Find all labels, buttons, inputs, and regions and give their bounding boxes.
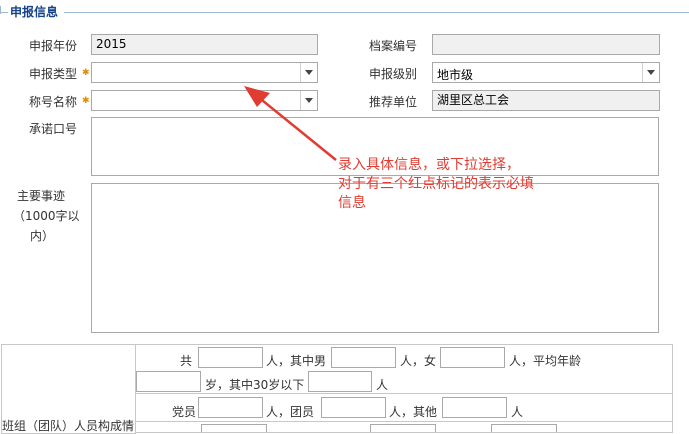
other-text: 人，其他 — [389, 405, 438, 419]
league-text: 人，团员 — [266, 405, 315, 419]
league-count-input[interactable] — [321, 397, 386, 418]
avg-age-text: 人，平均年龄 — [509, 354, 582, 368]
male-count-input[interactable] — [331, 347, 396, 368]
under30-unit: 人 — [376, 378, 389, 392]
total-count-input[interactable] — [198, 347, 263, 368]
group-row-label: 班组（团队）人员构成情 — [2, 419, 135, 433]
other-unit: 人 — [511, 405, 524, 419]
row3-input-2[interactable] — [370, 424, 436, 432]
total-prefix: 共 — [180, 354, 193, 368]
party-label: 党员 — [172, 405, 197, 419]
annotation-note: 录入具体信息，或下拉选择， 对于有三个红点标记的表示必填 信息 — [338, 156, 534, 213]
annotation-line-1: 录入具体信息，或下拉选择， — [338, 157, 520, 173]
row3-input-1[interactable] — [201, 424, 267, 432]
annotation-line-2: 对于有三个红点标记的表示必填 — [338, 176, 534, 192]
female-count-input[interactable] — [440, 347, 505, 368]
under30-count-input[interactable] — [308, 371, 372, 392]
male-text: 人，其中男 — [266, 354, 327, 368]
party-count-input[interactable] — [198, 397, 263, 418]
other-count-input[interactable] — [442, 397, 507, 418]
annotation-line-3: 信息 — [338, 195, 366, 211]
under30-text: 岁，其中30岁以下 — [205, 378, 305, 392]
row3-input-3[interactable] — [491, 424, 557, 432]
avg-age-input[interactable] — [136, 371, 201, 392]
female-text: 人，女 — [400, 354, 437, 368]
